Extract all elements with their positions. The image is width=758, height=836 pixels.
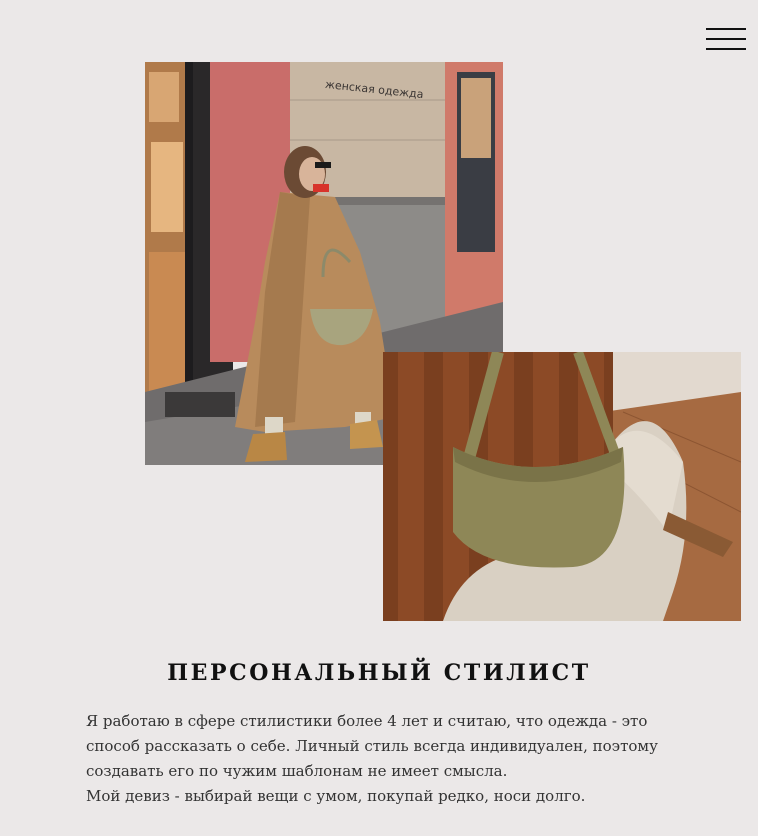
hamburger-menu-icon	[706, 28, 746, 30]
hamburger-menu-icon-bar	[706, 48, 746, 50]
bag-product-photo	[383, 352, 741, 621]
page-title: ПЕРСОНАЛЬНЫЙ СТИЛИСТ	[167, 660, 591, 686]
motto-paragraph: Мой девиз - выбирай вещи с умом, покупай…	[86, 787, 586, 805]
hamburger-menu-icon-bar	[706, 38, 746, 40]
about-description: Я работаю в сфере стилистики более 4 лет…	[86, 709, 686, 809]
about-paragraph: Я работаю в сфере стилистики более 4 лет…	[86, 712, 658, 780]
menu-button[interactable]	[706, 28, 746, 52]
